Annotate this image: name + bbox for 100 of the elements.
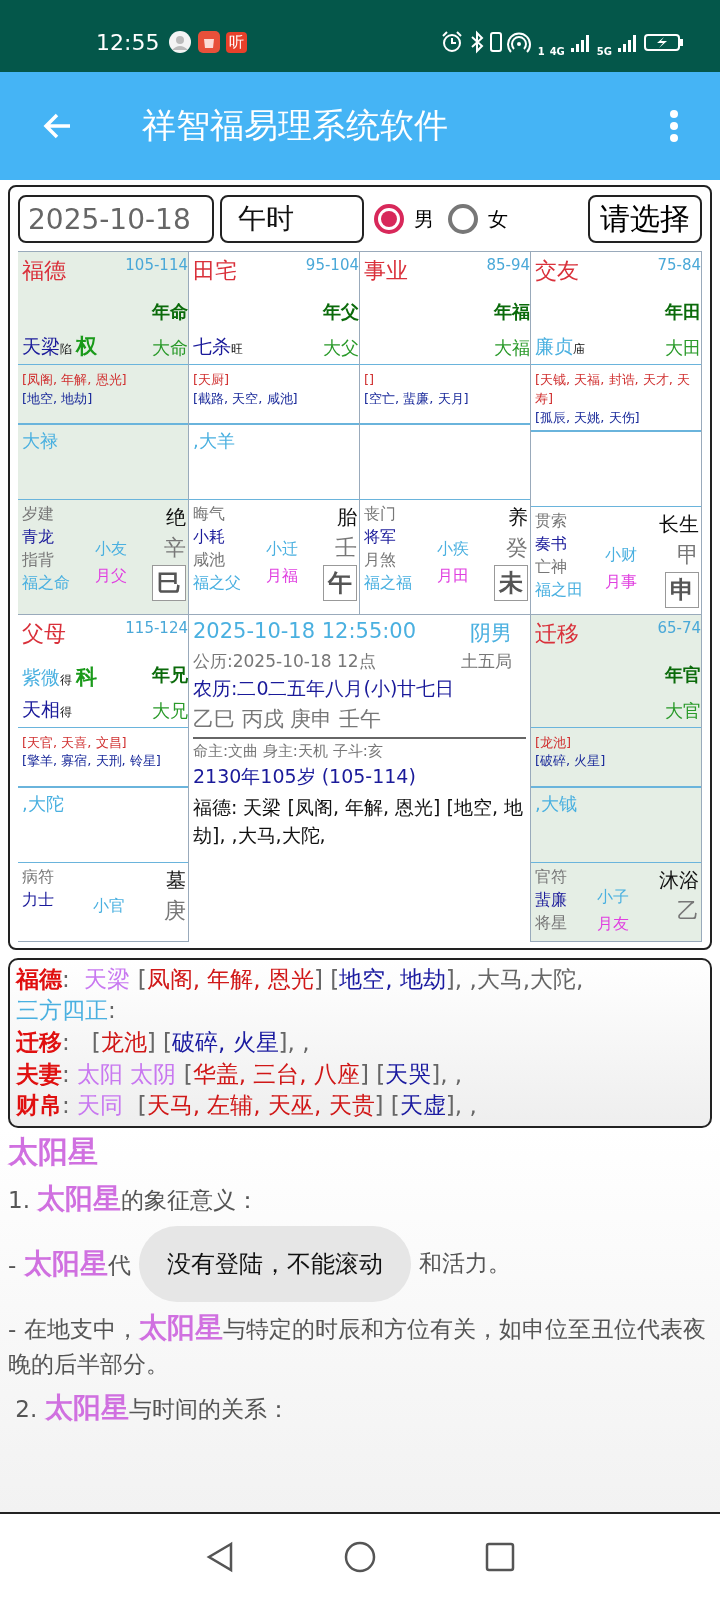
article-line: 和活力。 (418, 1249, 511, 1279)
bureau-label: 土五局 (461, 649, 512, 673)
hotspot-icon (506, 30, 533, 54)
decade-stars: ,大羊 (193, 430, 235, 451)
lucky-stars: [] (364, 371, 376, 389)
star-brightness: 得 (60, 672, 72, 689)
decade-tag: 大命 (152, 336, 188, 360)
unlucky-stars: [擎羊, 寡宿, 天刑, 铃星] (22, 752, 162, 771)
year-tag: 年父 (323, 300, 359, 324)
decade-tag: 大官 (665, 698, 701, 723)
earthly-branch: 午 (323, 565, 357, 601)
spirit-name-label: 晦气 (193, 504, 226, 525)
star-name-label: 天相 (22, 696, 60, 722)
heavenly-stem: 乙 (677, 896, 699, 925)
palace-name: 迁移 (535, 619, 579, 648)
minor-limit: 小迁 (266, 538, 298, 560)
analysis-line: 财帛: 天同 [天马, 左辅, 天巫, 天贵] [天虚], , (16, 1091, 478, 1121)
life-stage: 绝 (166, 504, 186, 531)
year-tag: 年福 (494, 300, 530, 324)
decade-tag: 大父 (323, 336, 359, 360)
life-stage: 胎 (337, 504, 357, 531)
spirit-name-label: 蜚廉 (535, 889, 567, 911)
minor-limit: 小官 (93, 895, 125, 917)
unlucky-stars: [空亡, 蜚廉, 天月] (364, 389, 470, 408)
article-line: - 太阳星代 (8, 1245, 131, 1282)
select-button[interactable]: 请选择 (588, 195, 702, 243)
spirit-name-label: 福之父 (193, 573, 241, 594)
analysis-line: 迁移: [龙池] [破碎, 火星], , (16, 1028, 311, 1057)
decade-stars: ,大陀 (22, 792, 64, 814)
spirit-name-label: 丧门 (364, 504, 397, 525)
heavenly-stem: 甲 (677, 540, 699, 569)
analysis-line: 三方四正: (16, 996, 117, 1026)
minor-limit: 小友 (95, 538, 127, 560)
heavenly-stem: 庚 (164, 896, 186, 925)
minor-limit: 小财 (605, 545, 637, 567)
life-stage: 沐浴 (659, 866, 699, 894)
star-brightness: 得 (60, 704, 72, 721)
earthly-branch: 申 (665, 571, 699, 608)
gender-label: 阴男 (470, 619, 512, 647)
app-badge: 听 (226, 31, 248, 53)
ganzhi-text: 乙巳 丙戌 庚申 壬午 (193, 704, 526, 739)
star-name-label: 廉贞 (535, 334, 573, 359)
decade-tag: 大田 (665, 336, 701, 360)
palace-name: 父母 (22, 619, 66, 648)
unlucky-stars: [截路, 天空, 咸池] (193, 389, 299, 408)
decade-tag: 大兄 (152, 698, 188, 723)
shopping-bag-icon (197, 30, 222, 54)
age-range: 85-94 (486, 256, 530, 274)
earthly-branch: 未 (494, 565, 528, 601)
minor-limit: 月田 (437, 565, 469, 587)
star-name-label: 天梁 (22, 334, 60, 359)
spirit-name-label: 月煞 (364, 550, 397, 571)
unlucky-stars: [破碎, 火星] (535, 752, 607, 771)
minor-limit: 小子 (597, 886, 629, 908)
home-icon[interactable] (343, 1540, 377, 1574)
star-name-label: 七杀 (193, 334, 231, 359)
article-line: - 在地支中，太阳星与特定的时辰和方位有关，如申位至丑位代表夜晚的后半部分。 (8, 1309, 707, 1380)
network-label: 4G (549, 45, 565, 57)
minor-limit: 月友 (597, 913, 629, 935)
minor-limit: 月事 (605, 572, 637, 594)
article-title: 太阳星 (8, 1133, 99, 1172)
year-tag: 年兄 (152, 662, 188, 687)
spirit-name-label: 力士 (22, 889, 54, 911)
app-title: 祥智福易理系统软件 (142, 104, 449, 147)
minor-limit: 小疾 (437, 538, 469, 560)
star-brightness: 旺 (231, 342, 243, 358)
spirit-name-label: 官符 (535, 866, 567, 888)
spirit-name-label: 岁建 (22, 504, 55, 525)
decade-stars: ,大钺 (535, 792, 577, 814)
phone-icon (489, 30, 502, 54)
heavenly-stem: 壬 (335, 534, 357, 562)
age-text: 2130年105岁 (105-114) (193, 763, 417, 789)
spirit-name-label: 奏书 (535, 533, 568, 555)
status-time: 12:55 (96, 29, 160, 55)
date-field[interactable]: 2025-10-18 (18, 195, 214, 243)
unlucky-stars: [地空, 地劫] (22, 389, 94, 408)
spirit-name-label: 咸池 (193, 550, 226, 571)
palace-name: 事业 (364, 257, 408, 285)
lucky-stars: [龙池] (535, 733, 573, 752)
transform-mark: 科 (76, 663, 97, 691)
minor-limit: 月父 (95, 565, 127, 587)
masters-text: 命主:文曲 身主:天机 子斗:亥 (193, 741, 384, 761)
lucky-stars: [天钺, 天福, 封诰, 天才, 天寿] (535, 371, 692, 408)
spirit-name-label: 小耗 (193, 527, 226, 548)
minor-limit: 月福 (266, 565, 298, 587)
year-tag: 年田 (665, 300, 701, 324)
gender-radio[interactable]: 男 (370, 204, 438, 234)
age-range: 105-114 (125, 256, 188, 274)
article-line: 2. 太阳星与时间的关系： (14, 1389, 291, 1426)
recents-icon[interactable] (483, 1540, 517, 1574)
heavenly-stem: 辛 (164, 534, 186, 562)
decade-stars: 大禄 (22, 430, 58, 451)
palace-name: 交友 (535, 257, 579, 285)
summary-text: 福德: 天梁 [凤阁, 年解, 恩光] [地空, 地劫], ,大马,大陀, (193, 794, 524, 849)
spirit-name-label: 贯索 (535, 510, 568, 532)
network-label: 5G (596, 45, 612, 57)
star-brightness: 庙 (573, 342, 585, 358)
gender-radio[interactable]: 女 (444, 204, 512, 234)
hotspot-count: 1 (537, 45, 545, 57)
hour-field[interactable]: 午时 (220, 195, 364, 243)
